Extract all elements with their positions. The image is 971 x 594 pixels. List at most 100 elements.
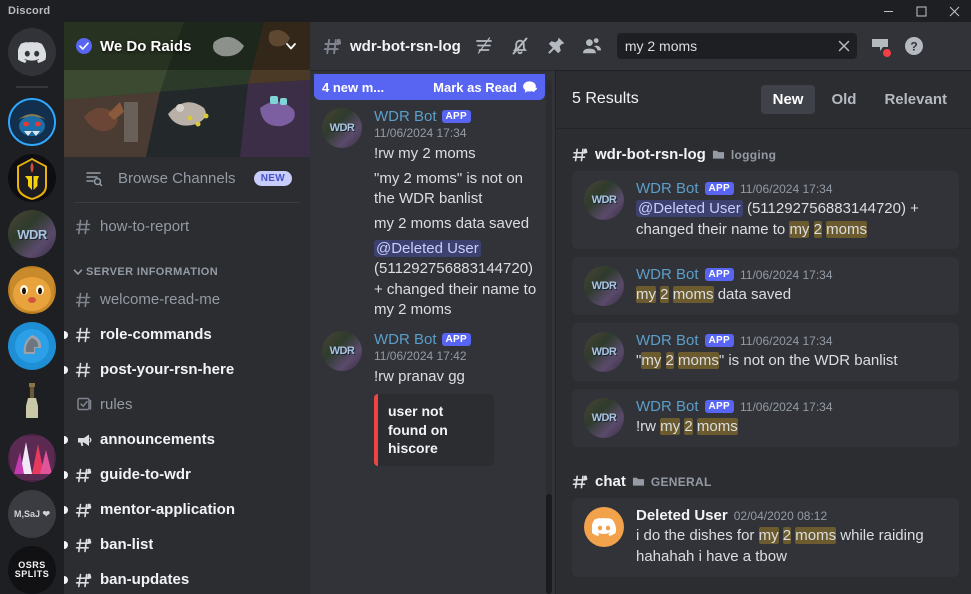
tab-new[interactable]: New (760, 84, 816, 114)
server-icon-blue-helm[interactable] (8, 322, 56, 370)
search-result-item[interactable]: WDR WDR Bot APP 11/06/2024 17:34 "my 2 m… (572, 323, 959, 382)
result-group-channel: chat (595, 473, 626, 491)
search-result-item[interactable]: Deleted User 02/04/2020 08:12 i do the d… (572, 498, 959, 577)
bot-badge: APP (704, 400, 734, 414)
maximize-icon[interactable] (905, 0, 938, 22)
server-icon-gold-helm[interactable] (8, 154, 56, 202)
mention-tail: (511292756883144720) + changed their nam… (374, 260, 537, 319)
scrollbar-thumb[interactable] (546, 494, 552, 594)
search-input[interactable]: my 2 moms (616, 33, 857, 59)
mark-as-read-label: Mark as Read (433, 79, 517, 95)
sidebar-item-guide-to-wdr[interactable]: guide-to-wdr (64, 458, 302, 492)
server-icon-blue-dragon[interactable] (8, 98, 56, 146)
avatar[interactable]: WDR (322, 108, 362, 148)
search-highlight: 2 (782, 527, 792, 545)
sidebar-item-mentor-application[interactable]: mentor-application (64, 493, 302, 527)
result-author[interactable]: WDR Bot (636, 266, 699, 283)
sidebar-item-welcome-read-me[interactable]: welcome-read-me (72, 283, 302, 317)
mention-chip[interactable]: @Deleted User (374, 239, 481, 257)
search-result-item[interactable]: WDR WDR Bot APP 11/06/2024 17:34 @Delete… (572, 171, 959, 250)
channel-label: ban-updates (100, 571, 190, 589)
avatar-initials: WDR (329, 121, 355, 134)
channel-header: wdr-bot-rsn-log my 2 moms ? (310, 22, 971, 70)
result-body: WDR Bot APP 11/06/2024 17:34 "my 2 moms"… (636, 332, 947, 372)
sidebar-item-ban-list[interactable]: ban-list (64, 528, 302, 562)
guild-header[interactable]: We Do Raids (64, 22, 310, 70)
search-result-item[interactable]: WDR WDR Bot APP 11/06/2024 17:34 !rw my … (572, 389, 959, 448)
tab-old[interactable]: Old (819, 85, 868, 114)
chevron-down-icon (72, 266, 84, 278)
server-icon-pink-crystal[interactable] (8, 434, 56, 482)
sidebar-divider (74, 201, 300, 203)
sidebar-item-post-your-rsn-here[interactable]: post-your-rsn-here (64, 353, 302, 387)
minimize-icon[interactable] (872, 0, 905, 22)
sidebar-item-rules[interactable]: rules (72, 388, 302, 422)
discord-logo-icon (592, 518, 616, 537)
search-highlight: moms (696, 418, 738, 436)
search-highlight: moms (672, 286, 714, 304)
notification-off-icon[interactable] (503, 30, 537, 62)
result-author[interactable]: WDR Bot (636, 180, 699, 197)
search-result-item[interactable]: WDR WDR Bot APP 11/06/2024 17:34 my 2 mo… (572, 257, 959, 316)
close-icon[interactable] (938, 0, 971, 22)
unread-indicator (64, 435, 68, 444)
server-icon-bottle[interactable] (8, 378, 56, 426)
help-icon[interactable]: ? (897, 30, 931, 62)
result-group-header[interactable]: wdr-bot-rsn-log logging (572, 128, 959, 171)
avatar[interactable]: WDR (322, 331, 362, 371)
channel-label: role-commands (100, 326, 212, 344)
search-input-value: my 2 moms (624, 38, 698, 54)
bot-badge: APP (704, 334, 734, 348)
guild-verified-icon (76, 38, 92, 54)
guild-banner[interactable]: We Do Raids (64, 22, 310, 157)
inbox-icon[interactable] (863, 30, 897, 62)
avatar[interactable]: WDR (584, 180, 624, 220)
server-icon-msaj[interactable]: M,SaJ ❤ (8, 490, 56, 538)
avatar[interactable] (584, 507, 624, 548)
avatar-initials: WDR (591, 279, 617, 292)
chevron-down-icon[interactable] (284, 39, 298, 53)
message-scrollbar[interactable] (545, 80, 553, 594)
result-author[interactable]: Deleted User (636, 507, 728, 524)
result-head: WDR Bot APP 11/06/2024 17:34 (636, 180, 947, 197)
result-author[interactable]: WDR Bot (636, 332, 699, 349)
sidebar-item-announcements[interactable]: announcements (64, 423, 302, 457)
window-controls (872, 0, 971, 22)
message-scroll-area[interactable]: WDR WDR Bot APP 11/06/2024 17:34 !rw my … (310, 70, 555, 594)
results-sort-tabs: New Old Relevant (760, 84, 959, 114)
sidebar-item-ban-updates[interactable]: ban-updates (64, 563, 302, 594)
mark-as-read-button[interactable]: Mark as Read (433, 80, 537, 95)
hash-icon (74, 290, 94, 310)
result-timestamp: 11/06/2024 17:34 (739, 181, 833, 196)
search-results-panel: 5 Results New Old Relevant wdr-bot-rsn-l… (555, 70, 971, 594)
mention-chip[interactable]: @Deleted User (636, 200, 743, 217)
search-highlight: 2 (813, 220, 822, 238)
sidebar-item-how-to-report[interactable]: how-to-report (72, 210, 302, 244)
new-messages-banner[interactable]: 4 new m... Mark as Read (314, 74, 545, 100)
clear-icon[interactable] (837, 39, 851, 53)
tab-relevant[interactable]: Relevant (872, 85, 959, 114)
sidebar-item-role-commands[interactable]: role-commands (64, 318, 302, 352)
avatar-initials: WDR (591, 193, 617, 206)
result-head: Deleted User 02/04/2020 08:12 (636, 507, 947, 524)
threads-icon[interactable] (467, 30, 501, 62)
browse-channels-button[interactable]: Browse Channels NEW (72, 159, 302, 198)
search-results-list[interactable]: wdr-bot-rsn-log logging WDR WDR Bot APP (556, 128, 971, 594)
home-button[interactable] (8, 28, 56, 76)
server-icon-we-do-raids[interactable]: WDR (8, 210, 56, 258)
members-icon[interactable] (575, 30, 609, 62)
avatar[interactable]: WDR (584, 398, 624, 439)
message-author[interactable]: WDR Bot (374, 108, 437, 125)
unread-indicator (64, 540, 68, 549)
avatar[interactable]: WDR (584, 332, 624, 373)
result-group-header[interactable]: chat GENERAL (572, 455, 959, 498)
server-icon-osrs-splits[interactable]: OSRS SPLITS (8, 546, 56, 594)
avatar[interactable]: WDR (584, 266, 624, 307)
unread-indicator (64, 365, 68, 374)
channel-list: how-to-report SERVER INFORMATION welcome… (64, 209, 310, 594)
pin-icon[interactable] (539, 30, 573, 62)
category-server-information[interactable]: SERVER INFORMATION (64, 254, 310, 282)
server-icon-orange-cat[interactable] (8, 266, 56, 314)
result-author[interactable]: WDR Bot (636, 398, 699, 415)
message-author[interactable]: WDR Bot (374, 331, 437, 348)
